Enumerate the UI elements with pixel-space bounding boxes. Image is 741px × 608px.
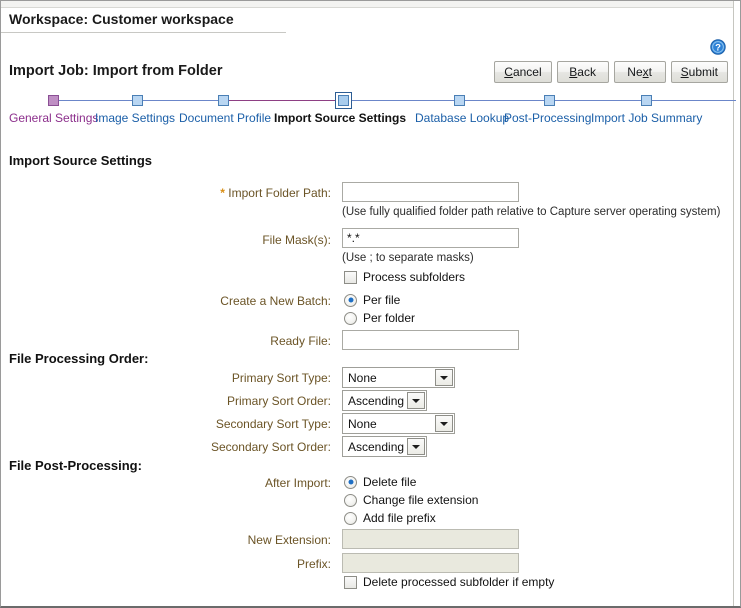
import-folder-path-hint: (Use fully qualified folder path relativ… [342, 206, 721, 218]
ready-file-input[interactable] [342, 330, 519, 350]
wizard-button-row: Cancel Back Ne x t Submit [494, 61, 728, 83]
train-segment [57, 100, 141, 101]
wizard-step-document-profile[interactable]: Document Profile [179, 111, 271, 125]
train-segment [646, 100, 736, 101]
next-button[interactable]: Ne x t [613, 61, 666, 83]
train-segment [141, 100, 227, 101]
train-segment [459, 100, 549, 101]
secondary-sort-order-select[interactable]: Ascending [342, 436, 427, 457]
create-new-batch-option-per-file[interactable]: Per file [344, 293, 400, 307]
prefix-input[interactable] [342, 553, 519, 573]
right-scroll-rail [733, 1, 740, 606]
chevron-down-icon[interactable] [407, 392, 425, 409]
after-import-option-change-extension[interactable]: Change file extension [344, 493, 478, 507]
secondary-sort-type-select[interactable]: None [342, 413, 455, 434]
secondary-sort-order-label: Secondary Sort Order: [210, 440, 331, 454]
back-button[interactable]: Back [556, 61, 609, 83]
primary-sort-type-value: None [348, 370, 377, 385]
section-heading-file-processing-order: File Processing Order: [9, 351, 149, 366]
process-subfolders-row[interactable]: Process subfolders [344, 270, 465, 284]
svg-text:?: ? [715, 43, 721, 54]
per-file-radio[interactable] [344, 293, 357, 307]
train-segment [227, 100, 335, 101]
after-import-label: After Import: [264, 476, 331, 490]
new-extension-input[interactable] [342, 529, 519, 549]
wizard-node-import-source-settings [335, 92, 352, 109]
file-masks-input[interactable] [342, 228, 519, 248]
primary-sort-order-value: Ascending [348, 393, 405, 408]
delete-processed-subfolder-label: Delete processed subfolder if empty [363, 575, 555, 589]
wizard-step-import-source-settings: Import Source Settings [274, 111, 407, 125]
wizard-track [1, 92, 736, 109]
per-folder-label: Per folder [363, 311, 416, 325]
create-new-batch-option-per-folder[interactable]: Per folder [344, 311, 415, 325]
submit-button[interactable]: Submit [670, 61, 728, 83]
secondary-sort-order-value: Ascending [348, 439, 405, 454]
window-top-strip [1, 1, 740, 8]
chevron-down-icon[interactable] [435, 369, 453, 386]
required-asterisk: * [220, 186, 225, 200]
after-import-option-delete-file[interactable]: Delete file [344, 475, 416, 489]
process-subfolders-label: Process subfolders [363, 270, 466, 284]
delete-processed-subfolder-checkbox[interactable] [344, 575, 357, 589]
primary-sort-type-select[interactable]: None [342, 367, 455, 388]
wizard-node-image-settings[interactable] [132, 95, 143, 106]
import-folder-path-input[interactable] [342, 182, 519, 202]
wizard-step-image-settings[interactable]: Image Settings [95, 111, 175, 125]
wizard-step-database-lookup[interactable]: Database Lookup [415, 111, 509, 125]
chevron-down-icon[interactable] [407, 438, 425, 455]
primary-sort-order-label: Primary Sort Order: [226, 394, 331, 408]
primary-sort-order-select[interactable]: Ascending [342, 390, 427, 411]
wizard-step-post-processing[interactable]: Post-Processing [504, 111, 591, 125]
per-file-label: Per file [363, 293, 401, 307]
page-title: Import Job: Import from Folder [9, 63, 223, 79]
file-masks-hint: (Use ; to separate masks) [342, 252, 474, 264]
delete-processed-subfolder-row[interactable]: Delete processed subfolder if empty [344, 575, 554, 589]
create-new-batch-label: Create a New Batch: [220, 294, 331, 308]
new-extension-label: New Extension: [247, 533, 331, 547]
section-heading-import-source-settings: Import Source Settings [9, 153, 153, 168]
per-folder-radio[interactable] [344, 311, 357, 325]
delete-file-radio[interactable] [344, 475, 357, 489]
wizard-train: General Settings Image Settings Document… [1, 92, 736, 131]
import-folder-path-label: * Import Folder Path: [220, 186, 331, 200]
chevron-down-icon[interactable] [435, 415, 453, 432]
ready-file-label: Ready File: [270, 334, 331, 348]
wizard-node-document-profile[interactable] [218, 95, 229, 106]
prefix-label: Prefix: [296, 557, 331, 571]
delete-file-label: Delete file [363, 475, 417, 489]
train-segment [549, 100, 646, 101]
header-divider [1, 32, 286, 33]
add-file-prefix-label: Add file prefix [363, 511, 436, 525]
wizard-step-import-job-summary[interactable]: Import Job Summary [591, 111, 702, 125]
wizard-node-database-lookup[interactable] [454, 95, 465, 106]
change-file-extension-label: Change file extension [363, 493, 479, 507]
section-heading-file-post-processing: File Post-Processing: [9, 458, 142, 473]
import-source-settings-page: Workspace: Customer workspace Import Job… [0, 0, 741, 608]
change-file-extension-radio[interactable] [344, 493, 357, 507]
file-masks-label: File Mask(s): [262, 233, 331, 247]
train-segment [352, 100, 459, 101]
process-subfolders-checkbox[interactable] [344, 270, 357, 284]
help-question-icon[interactable]: ? [710, 39, 726, 55]
after-import-option-add-prefix[interactable]: Add file prefix [344, 511, 436, 525]
wizard-node-post-processing[interactable] [544, 95, 555, 106]
secondary-sort-type-label: Secondary Sort Type: [215, 417, 331, 431]
secondary-sort-type-value: None [348, 416, 377, 431]
wizard-node-import-job-summary[interactable] [641, 95, 652, 106]
add-file-prefix-radio[interactable] [344, 511, 357, 525]
wizard-node-general-settings[interactable] [48, 95, 59, 106]
workspace-title: Workspace: Customer workspace [9, 11, 234, 27]
cancel-button[interactable]: Cancel [494, 61, 552, 83]
wizard-step-general-settings[interactable]: General Settings [9, 111, 98, 125]
primary-sort-type-label: Primary Sort Type: [231, 371, 331, 385]
